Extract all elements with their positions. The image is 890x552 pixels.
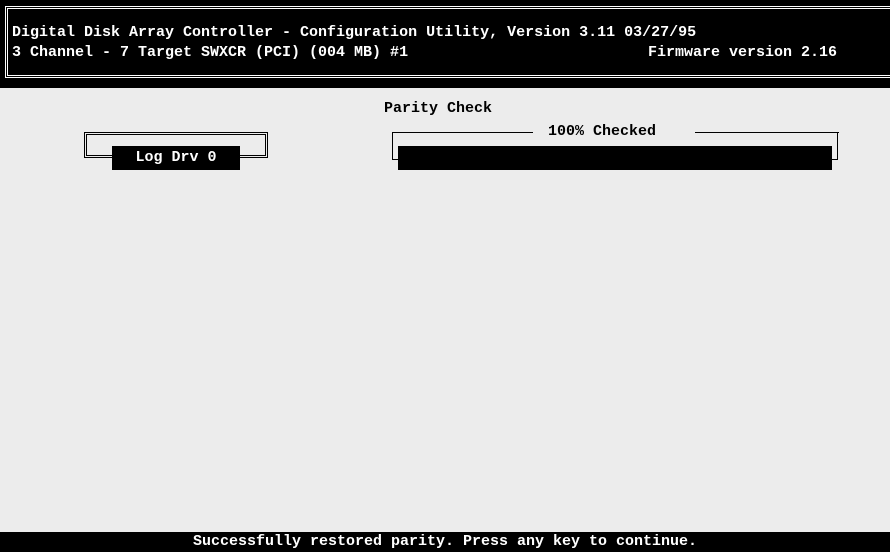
logical-drive-label: Log Drv 0 <box>112 146 240 170</box>
frame-top-left-edge <box>393 132 533 133</box>
firmware-version: Firmware version 2.16 <box>648 44 838 61</box>
parity-check-title: Parity Check <box>384 100 493 117</box>
title-banner-frame <box>5 6 890 78</box>
title-banner: Digital Disk Array Controller - Configur… <box>0 0 890 88</box>
parity-progress-bar <box>398 146 832 170</box>
status-bar-message: Successfully restored parity. Press any … <box>0 532 890 552</box>
parity-progress-fill <box>398 146 832 170</box>
parity-check-status: 100% Checked <box>544 123 661 141</box>
app-title: Digital Disk Array Controller - Configur… <box>12 24 697 41</box>
controller-info: 3 Channel - 7 Target SWXCR (PCI) (004 MB… <box>12 44 409 61</box>
frame-top-right-edge <box>695 132 839 133</box>
